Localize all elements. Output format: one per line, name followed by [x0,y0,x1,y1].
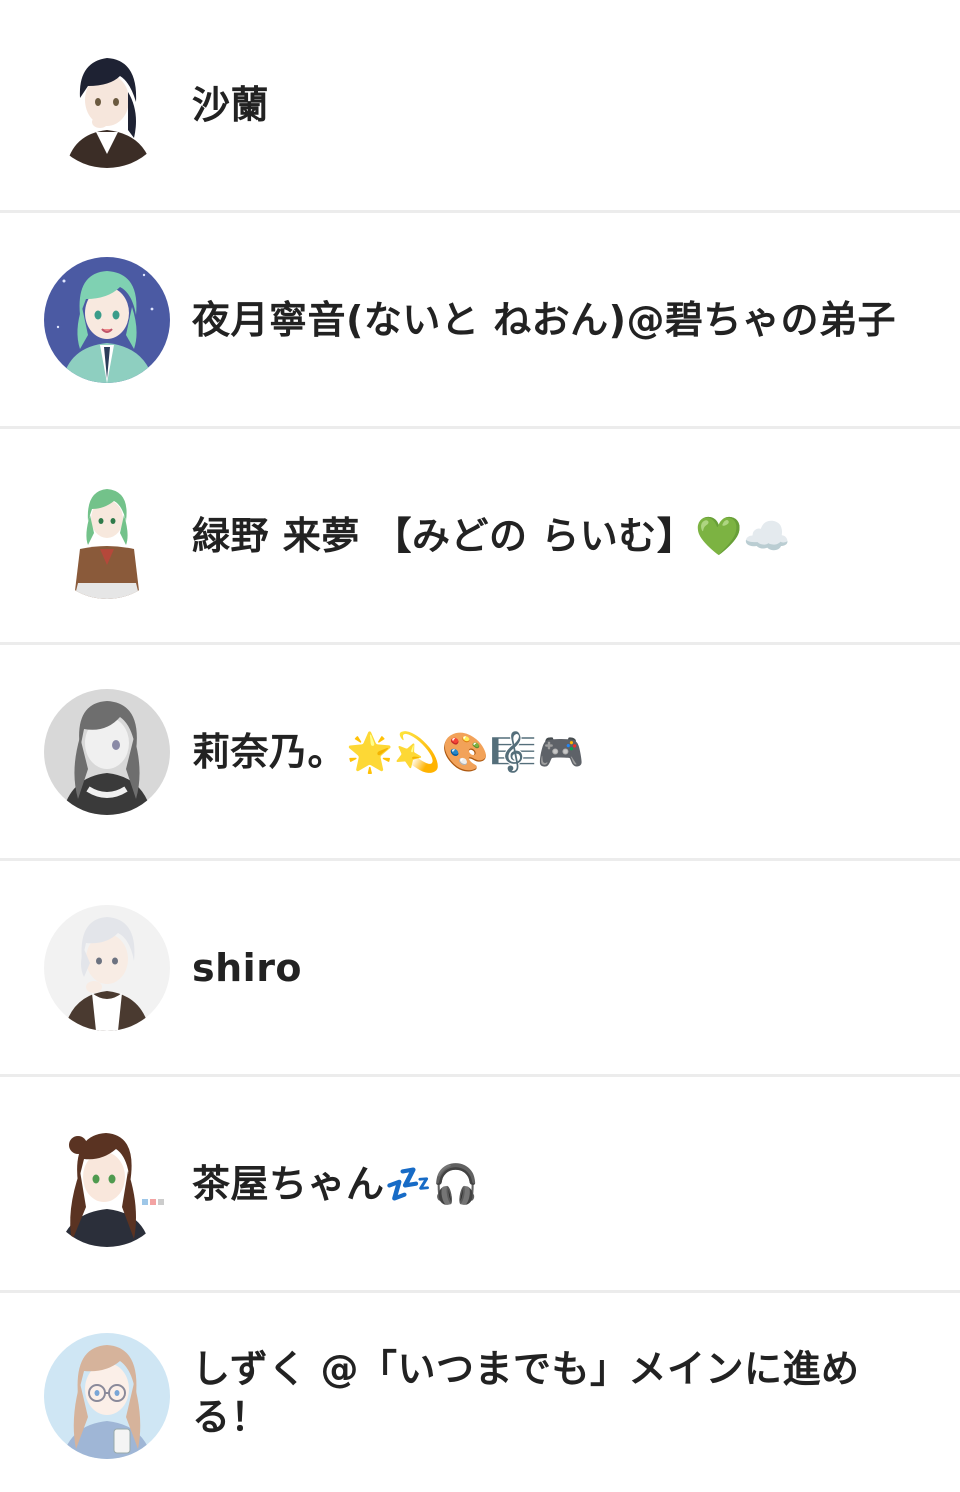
user-row[interactable]: 緑野 来夢 【みどの らいむ】💚☁️ [0,429,960,645]
user-name: 緑野 来夢 【みどの らいむ】💚☁️ [192,513,791,558]
user-name: 茶屋ちゃん💤🎧 [192,1161,481,1206]
user-name: 沙蘭 [192,83,270,127]
user-avatar[interactable] [44,42,170,168]
user-name: 夜月寧音(ないと ねおん)@碧ちゃの弟子 [192,297,896,342]
user-name: shiro [192,945,303,990]
user-name: 莉奈乃。🌟💫🎨🎼🎮 [192,729,586,774]
user-list: 沙蘭 夜月寧音(ないと ねおん)@碧ちゃの弟子 緑野 来夢 【みどの らいむ】💚… [0,0,960,1491]
user-avatar[interactable] [44,904,170,1031]
user-row[interactable]: shiro [0,861,960,1077]
user-row[interactable]: 夜月寧音(ないと ねおん)@碧ちゃの弟子 [0,213,960,429]
user-name: しずく @「いつまでも」メインに進める！ [192,1347,860,1439]
user-row[interactable]: 茶屋ちゃん💤🎧 [0,1077,960,1293]
user-avatar[interactable] [44,256,170,383]
user-row[interactable]: 莉奈乃。🌟💫🎨🎼🎮 [0,645,960,861]
user-row[interactable]: 沙蘭 [0,0,960,213]
user-avatar[interactable] [44,1120,170,1247]
user-row[interactable]: しずく @「いつまでも」メインに進める！ [0,1293,960,1491]
user-avatar[interactable] [44,688,170,815]
user-avatar[interactable] [44,1333,170,1459]
user-avatar[interactable] [44,472,170,599]
